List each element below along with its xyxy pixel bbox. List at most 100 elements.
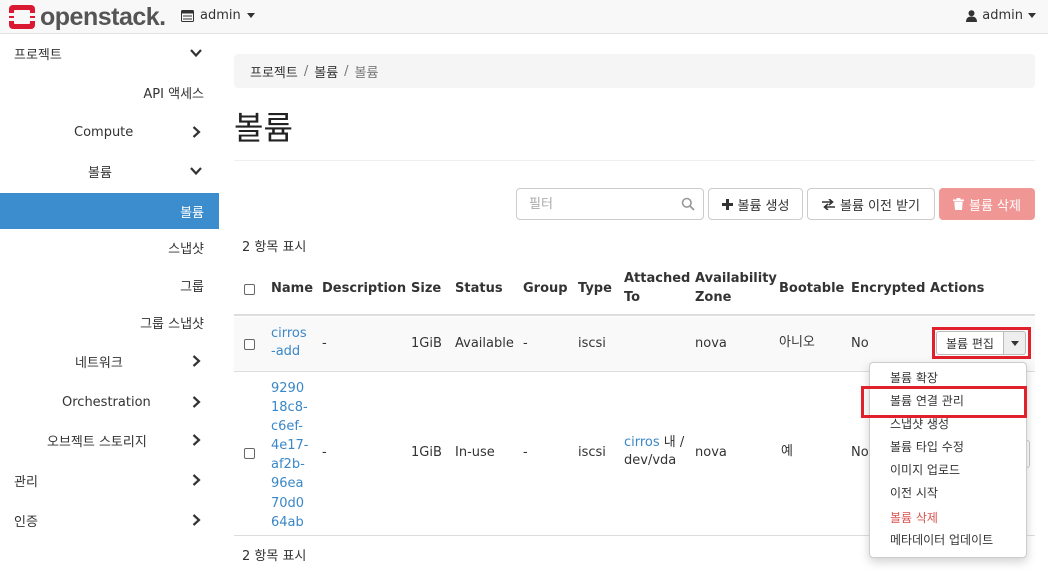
menu-item-create-transfer[interactable]: 이전 시작: [870, 481, 1026, 504]
row-checkbox[interactable]: [244, 339, 255, 350]
delete-volumes-label: 볼륨 삭제: [969, 198, 1021, 214]
user-menu[interactable]: admin: [966, 8, 1036, 23]
cell-encrypted: No: [851, 336, 869, 351]
cell-group: -: [523, 445, 528, 460]
sidebar-item-label: 볼륨: [88, 165, 112, 181]
sidebar-item-label: 스냅샷: [168, 241, 204, 257]
name-line: -add: [271, 344, 301, 359]
sidebar-item-admin[interactable]: 관리: [0, 462, 219, 498]
breadcrumb-volume-group[interactable]: 볼륨: [314, 62, 338, 81]
breadcrumb-separator: /: [344, 63, 349, 79]
filter-box: [516, 188, 704, 220]
name-line: af2b-: [271, 457, 305, 473]
menu-item-change-volume-type[interactable]: 볼륨 타입 수정: [870, 435, 1026, 458]
accept-transfer-button[interactable]: 볼륨 이전 받기: [807, 188, 935, 220]
menu-item-update-metadata[interactable]: 메타데이터 업데이트: [870, 528, 1026, 551]
sidebar-item-label: 오브젝트 스토리지: [47, 434, 147, 450]
row-actions-menu: 볼륨 확장 볼륨 연결 관리 스냅샷 생성 볼륨 타입 수정 이미지 업로드 이…: [869, 362, 1027, 558]
breadcrumb-project[interactable]: 프로젝트: [250, 62, 298, 81]
chevron-right-icon: [192, 355, 201, 367]
project-selector[interactable]: admin: [181, 8, 255, 23]
openstack-logo[interactable]: openstack.: [8, 3, 166, 31]
sidebar-item-snapshots[interactable]: 스냅샷: [0, 229, 219, 265]
col-status[interactable]: Status: [455, 279, 503, 298]
col-az-line2: Zone: [695, 290, 732, 305]
menu-item-upload-image[interactable]: 이미지 업로드: [870, 458, 1026, 481]
cell-description: -: [322, 336, 327, 351]
attached-device: dev/vda: [624, 453, 677, 468]
user-name: admin: [982, 8, 1023, 23]
sidebar-item-volume-group[interactable]: 볼륨: [0, 153, 219, 189]
menu-item-extend-volume[interactable]: 볼륨 확장: [870, 366, 1026, 389]
brand-text: openstack.: [40, 2, 166, 31]
col-availability-zone[interactable]: Availability Zone: [695, 269, 777, 307]
cell-attached-to: cirros 내 / dev/vda: [624, 434, 684, 470]
sidebar-item-label: Orchestration: [62, 394, 151, 410]
sidebar-item-label: 관리: [14, 474, 38, 490]
volume-name-link[interactable]: 9290 18c8- c6ef- 4e17- af2b- 96ea 70d0 6…: [271, 379, 309, 532]
row-actions-toggle[interactable]: [1004, 331, 1026, 355]
cell-group: -: [523, 336, 528, 351]
sidebar-item-project[interactable]: 프로젝트: [0, 35, 219, 71]
item-count-bottom: 2 항목 표시: [242, 549, 307, 564]
cell-az: nova: [695, 336, 727, 351]
search-icon[interactable]: [681, 197, 695, 211]
menu-item-create-snapshot[interactable]: 스냅샷 생성: [870, 412, 1026, 435]
edit-volume-button[interactable]: 볼륨 편집: [936, 331, 1004, 355]
name-line: 18c8-: [271, 400, 308, 416]
sidebar-item-compute[interactable]: Compute: [0, 114, 219, 150]
plus-icon: [721, 198, 733, 210]
trash-icon: [953, 198, 964, 210]
cell-status: In-use: [455, 445, 495, 460]
chevron-right-icon: [192, 474, 201, 486]
col-attached-line1: Attached: [624, 271, 691, 286]
col-attached-to[interactable]: Attached To: [624, 269, 690, 307]
select-all-checkbox[interactable]: [244, 284, 255, 295]
col-name[interactable]: Name: [271, 279, 313, 298]
sidebar-item-label: Compute: [74, 124, 134, 140]
sidebar-item-identity[interactable]: 인증: [0, 502, 219, 538]
volume-name-link[interactable]: cirros -add: [271, 325, 307, 361]
menu-item-manage-attachments[interactable]: 볼륨 연결 관리: [870, 389, 1026, 412]
col-type[interactable]: Type: [578, 279, 612, 298]
sidebar-item-label: 인증: [14, 514, 38, 530]
delete-volumes-button[interactable]: 볼륨 삭제: [939, 188, 1035, 220]
page-title: 볼륨: [234, 109, 293, 147]
sidebar-item-object-storage[interactable]: 오브젝트 스토리지: [0, 422, 219, 458]
col-bootable[interactable]: Bootable: [779, 279, 844, 298]
col-actions: Actions: [930, 281, 985, 296]
accept-transfer-label: 볼륨 이전 받기: [839, 198, 921, 214]
sidebar-item-groups[interactable]: 그룹: [0, 267, 219, 303]
sidebar-item-label: API 액세스: [143, 86, 204, 102]
user-icon: [966, 9, 978, 22]
cell-size: 1GiB: [411, 336, 442, 351]
chevron-right-icon: [192, 434, 201, 446]
create-volume-button[interactable]: 볼륨 생성: [708, 188, 803, 220]
sidebar-item-orchestration[interactable]: Orchestration: [0, 384, 219, 420]
sidebar: 프로젝트 API 액세스 Compute 볼륨 볼륨 스냅샷 그룹 그룹 스냅샷…: [0, 35, 219, 583]
name-line: 9290: [271, 381, 305, 396]
sidebar-item-api-access[interactable]: API 액세스: [0, 74, 219, 110]
sidebar-item-label: 볼륨: [180, 205, 204, 221]
sidebar-item-group-snapshots[interactable]: 그룹 스냅샷: [0, 304, 219, 340]
sidebar-item-volumes[interactable]: 볼륨: [0, 193, 219, 229]
name-line: c6ef-: [271, 419, 303, 435]
attached-instance-link[interactable]: cirros: [624, 435, 660, 450]
cell-type: iscsi: [578, 336, 606, 351]
breadcrumb-current: 볼륨: [354, 65, 379, 81]
filter-input[interactable]: [517, 189, 677, 219]
col-description[interactable]: Description: [322, 279, 406, 298]
row-checkbox[interactable]: [244, 448, 255, 459]
col-size[interactable]: Size: [411, 279, 441, 298]
caret-down-icon: [1028, 13, 1036, 18]
name-line: 70d0: [271, 495, 305, 511]
cell-type: iscsi: [578, 445, 606, 460]
caret-down-icon: [246, 13, 255, 18]
attached-sep: 내 /: [659, 435, 685, 450]
sidebar-item-network[interactable]: 네트워크: [0, 343, 219, 379]
create-volume-label: 볼륨 생성: [737, 198, 790, 214]
col-encrypted[interactable]: Encrypted: [851, 279, 925, 298]
menu-item-delete-volume[interactable]: 볼륨 삭제: [870, 506, 1026, 529]
chevron-down-icon: [190, 49, 202, 58]
col-group[interactable]: Group: [523, 279, 568, 298]
